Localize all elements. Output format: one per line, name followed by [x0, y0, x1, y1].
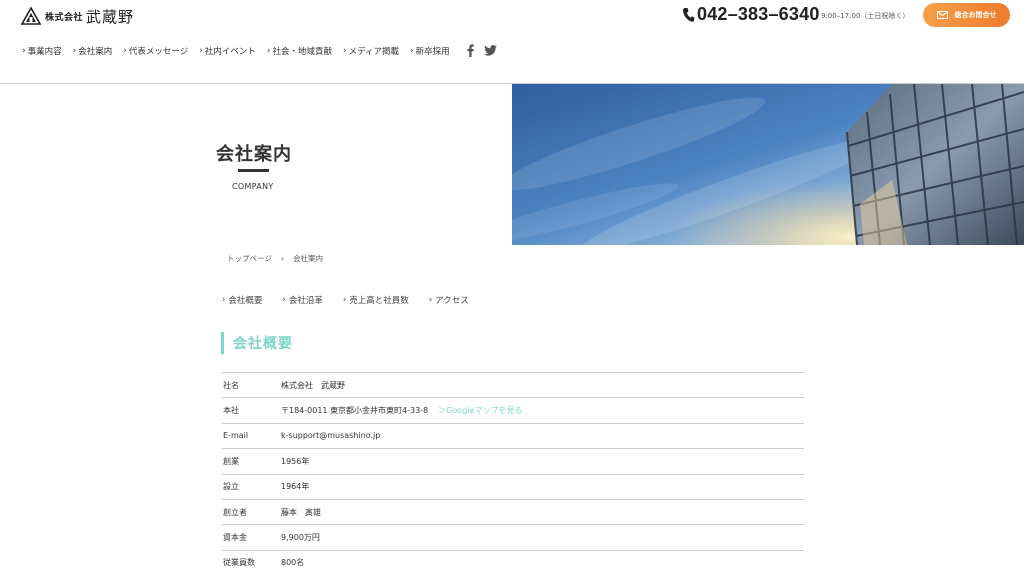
nav-item-media[interactable]: › メディア掲載 — [343, 45, 399, 57]
subnav-item-history[interactable]: › 会社沿革 — [282, 294, 322, 306]
nav-item-company[interactable]: › 会社案内 — [73, 45, 113, 57]
chevron-right-icon: › — [266, 45, 271, 56]
nav-item-label: 会社案内 — [78, 46, 113, 57]
chevron-right-icon: › — [72, 45, 77, 56]
subnav-item-overview[interactable]: › 会社概要 — [222, 294, 262, 306]
subnav-item-label: 会社沿革 — [288, 296, 323, 306]
subnav-item-label: アクセス — [435, 296, 469, 306]
contact-button[interactable]: 総合お問合せ — [923, 3, 1010, 27]
row-key: 設立 — [223, 482, 239, 492]
company-overview-table: 社名 株式会社 武蔵野 本社 〒184-0011 東京都小金井市東町4-33-8… — [222, 372, 804, 573]
chevron-right-icon: › — [123, 45, 127, 56]
nav-item-label: メディア掲載 — [348, 46, 399, 57]
row-value: 1956年 — [281, 456, 310, 466]
table-row: E-mail k-support@musashino.jp — [222, 422, 804, 448]
breadcrumb: トップページ › 会社案内 — [227, 253, 323, 264]
nav-item-label: 社会・地域貢献 — [272, 46, 332, 57]
row-key: 資本金 — [223, 533, 247, 543]
row-key: 創業 — [223, 456, 239, 466]
company-logo[interactable]: 株式会社 武蔵野 — [21, 6, 134, 26]
row-value: 藤本 寅雄 — [281, 507, 321, 517]
chevron-right-icon: › — [342, 45, 347, 56]
nav-item-label: 新卒採用 — [415, 46, 450, 57]
section-title: 会社概要 — [233, 336, 293, 352]
building-sky-illustration — [512, 84, 1024, 245]
row-value: 1964年 — [281, 482, 310, 492]
address-text: 〒184-0011 東京都小金井市東町4-33-8 — [281, 406, 429, 416]
social-links — [466, 44, 507, 57]
row-key: 本社 — [223, 406, 239, 416]
section-heading-bar — [221, 332, 224, 354]
row-key: E-mail — [223, 431, 249, 441]
table-row: 創業 1956年 — [222, 448, 804, 473]
facebook-icon[interactable] — [466, 44, 474, 57]
nav-item-csr[interactable]: › 社会・地域貢献 — [267, 45, 332, 57]
hero-building-image — [512, 84, 1024, 245]
row-key: 創立者 — [223, 507, 247, 517]
phone-number-text: 042–383–6340 — [697, 4, 820, 24]
table-row: 資本金 9,900万円 — [222, 524, 804, 549]
row-value: 9,900万円 — [281, 533, 320, 543]
page-hero: 会社案内 COMPANY — [0, 84, 1024, 245]
nav-item-business[interactable]: › 事業内容 — [22, 45, 62, 57]
chevron-right-icon: › — [22, 45, 26, 56]
nav-item-recruit[interactable]: › 新卒採用 — [410, 45, 450, 57]
nav-item-message[interactable]: › 代表メッセージ — [123, 45, 188, 57]
nav-item-events[interactable]: › 社内イベント — [199, 45, 256, 57]
logo-name: 武蔵野 — [86, 7, 135, 26]
row-key: 社名 — [223, 380, 239, 390]
section-subnav: › 会社概要 › 会社沿革 › 売上高と社員数 › アクセス — [222, 294, 489, 306]
breadcrumb-home[interactable]: トップページ — [227, 253, 272, 264]
row-value: 株式会社 武蔵野 — [281, 380, 345, 390]
phone-icon — [682, 7, 695, 22]
title-underline — [238, 169, 269, 172]
subnav-item-access[interactable]: › アクセス — [429, 294, 469, 306]
row-value: 800名 — [281, 558, 305, 568]
mail-icon — [936, 11, 948, 19]
chevron-right-icon: › — [222, 295, 226, 305]
chevron-right-icon: › — [428, 295, 433, 305]
row-key: 従業員数 — [223, 558, 255, 568]
site-header: 株式会社 武蔵野 042–383–6340 9:00–17:00（土日祝除く） … — [0, 0, 1024, 84]
chevron-right-icon: › — [342, 295, 347, 305]
logo-prefix: 株式会社 — [45, 12, 84, 23]
nav-item-label: 社内イベント — [204, 46, 256, 57]
hero-title-panel: 会社案内 COMPANY — [0, 84, 512, 245]
main-nav: › 事業内容 › 会社案内 › 代表メッセージ › 社内イベント › 社会・地域貢献 › メ… — [22, 44, 507, 57]
phone-number[interactable]: 042–383–6340 — [682, 4, 820, 25]
row-value: k-support@musashino.jp — [281, 431, 381, 441]
breadcrumb-separator: › — [280, 254, 285, 263]
table-row: 従業員数 800名 — [222, 549, 804, 573]
business-hours: 9:00–17:00（土日祝除く） — [821, 12, 910, 20]
chevron-right-icon: › — [409, 45, 414, 56]
chevron-right-icon: › — [199, 45, 203, 56]
subnav-item-label: 会社概要 — [228, 296, 263, 306]
twitter-icon[interactable] — [483, 45, 497, 56]
section-heading: 会社概要 — [221, 332, 293, 354]
table-row: 本社 〒184-0011 東京都小金井市東町4-33-8 ＞Googleマップを見… — [222, 397, 804, 422]
subnav-item-sales[interactable]: › 売上高と社員数 — [343, 294, 409, 306]
breadcrumb-current: 会社案内 — [293, 254, 324, 263]
table-row: 設立 1964年 — [222, 473, 804, 499]
page-subtitle: COMPANY — [232, 182, 274, 191]
row-value-address: 〒184-0011 東京都小金井市東町4-33-8 ＞Googleマップを見る — [281, 405, 804, 416]
nav-item-label: 事業内容 — [27, 46, 62, 57]
nav-item-label: 代表メッセージ — [128, 46, 189, 57]
table-row: 創立者 藤本 寅雄 — [222, 498, 804, 524]
subnav-item-label: 売上高と社員数 — [349, 296, 409, 306]
contact-button-label: 総合お問合せ — [954, 11, 997, 19]
table-row: 社名 株式会社 武蔵野 — [222, 372, 804, 397]
page-title: 会社案内 — [216, 144, 292, 165]
chevron-right-icon: › — [282, 295, 286, 305]
google-map-link[interactable]: ＞Googleマップを見る — [438, 406, 522, 415]
logo-mark-icon — [21, 7, 41, 25]
